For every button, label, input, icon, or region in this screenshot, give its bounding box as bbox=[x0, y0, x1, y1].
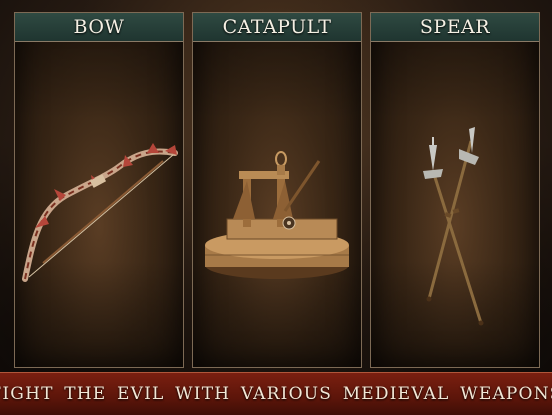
tagline-banner: FIGHT THE EVIL WITH VARIOUS MEDIEVAL WEA… bbox=[0, 372, 552, 415]
weapon-card-title: BOW bbox=[15, 13, 183, 42]
bow-icon bbox=[22, 143, 178, 282]
weapon-card-title: CATAPULT bbox=[193, 13, 361, 42]
weapon-card-title: SPEAR bbox=[371, 13, 539, 42]
weapon-card-catapult[interactable]: CATAPULT bbox=[192, 12, 362, 368]
weapon-card-spear[interactable]: SPEAR bbox=[370, 12, 540, 368]
catapult-icon bbox=[205, 151, 349, 279]
weapon-card-bow[interactable]: BOW bbox=[14, 12, 184, 368]
tagline-text: FIGHT THE EVIL WITH VARIOUS MEDIEVAL WEA… bbox=[0, 384, 552, 404]
crossed-spears-icon bbox=[423, 127, 484, 326]
